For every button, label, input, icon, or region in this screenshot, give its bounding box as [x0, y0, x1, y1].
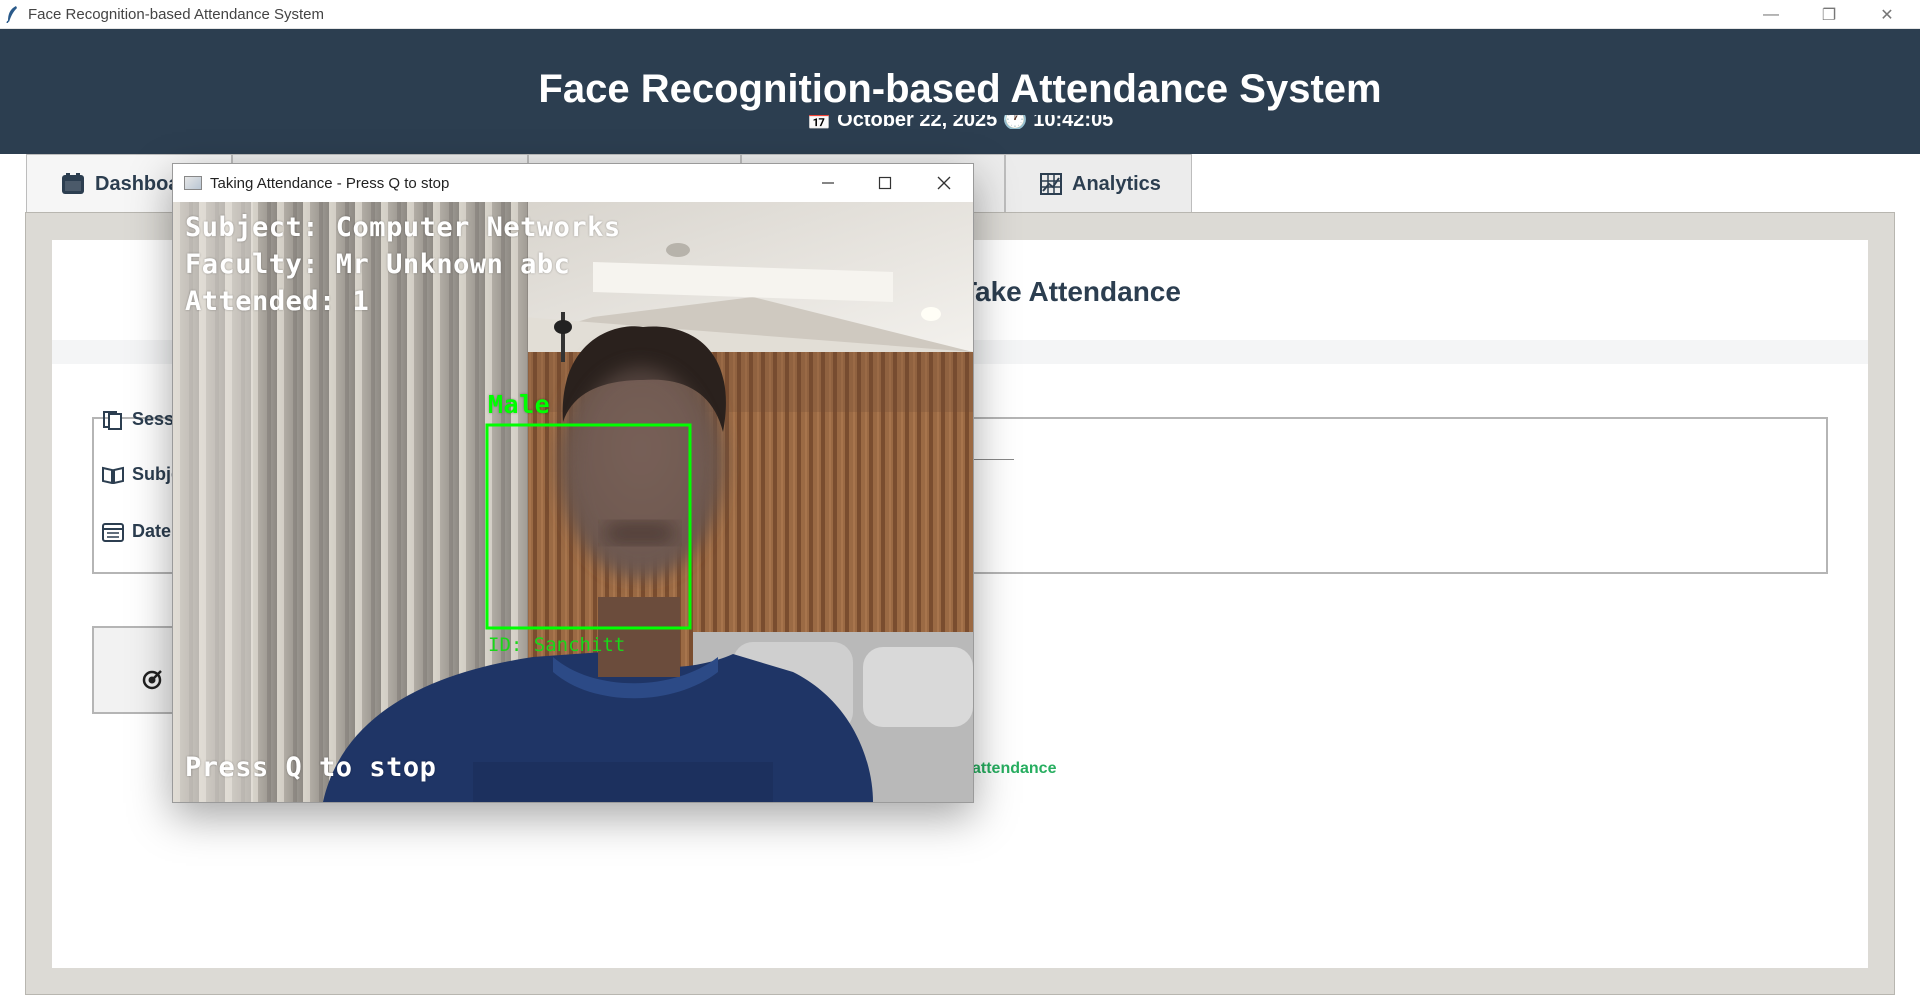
camera-window[interactable]: Taking Attendance - Press Q to stop Subj…	[172, 163, 974, 803]
target-icon	[142, 670, 162, 690]
maximize-icon	[878, 176, 892, 190]
header-datetime: 📅 October 22, 2025 🕐 10:42:05	[0, 115, 1920, 129]
status-message: attendance	[972, 760, 1057, 777]
tab-analytics[interactable]: Analytics	[1005, 154, 1192, 213]
overlay-faculty: Faculty: Mr Unknown abc	[185, 249, 571, 280]
overlay-subject: Subject: Computer Networks	[185, 212, 621, 243]
restore-button[interactable]: ❐	[1800, 0, 1858, 29]
input-underline	[972, 459, 1014, 460]
dashboard-icon	[62, 173, 84, 194]
book-icon	[102, 466, 124, 484]
overlay-id: ID: Sanchitt	[488, 634, 626, 656]
camera-window-title: Taking Attendance - Press Q to stop	[210, 175, 450, 192]
app-header: Face Recognition-based Attendance System…	[0, 29, 1920, 154]
date-label: Date	[132, 521, 172, 541]
camera-maximize-button[interactable]	[857, 164, 913, 202]
camera-minimize-button[interactable]	[800, 164, 856, 202]
feather-icon	[6, 6, 17, 23]
app-title: Face Recognition-based Attendance System	[28, 6, 325, 23]
opencv-window-icon	[184, 176, 202, 190]
minimize-icon	[822, 182, 834, 184]
camera-feed: Subject: Computer Networks Faculty: Mr U…	[173, 202, 973, 802]
close-icon	[937, 176, 951, 190]
overlay-attended: Attended: 1	[185, 286, 370, 317]
page-title: Take Attendance	[960, 276, 1181, 307]
analytics-icon	[1040, 173, 1062, 195]
overlay-hint: Press Q to stop	[185, 752, 437, 783]
header-datetime-text: 📅 October 22, 2025 🕐 10:42:05	[806, 115, 1114, 129]
close-button[interactable]: ✕	[1858, 0, 1916, 29]
app-titlebar: Face Recognition-based Attendance System…	[0, 0, 1920, 29]
header-title: Face Recognition-based Attendance System	[538, 67, 1382, 111]
camera-close-button[interactable]	[916, 164, 972, 202]
tab-analytics-label: Analytics	[1072, 172, 1161, 195]
start-attendance-button[interactable]	[92, 626, 182, 714]
session-icon	[103, 410, 122, 430]
calendar-icon	[102, 522, 124, 542]
camera-window-titlebar[interactable]: Taking Attendance - Press Q to stop	[173, 164, 973, 202]
overlay-gender: Male	[488, 390, 551, 419]
minimize-button[interactable]: —	[1742, 0, 1800, 29]
date-field: Date	[102, 521, 171, 542]
